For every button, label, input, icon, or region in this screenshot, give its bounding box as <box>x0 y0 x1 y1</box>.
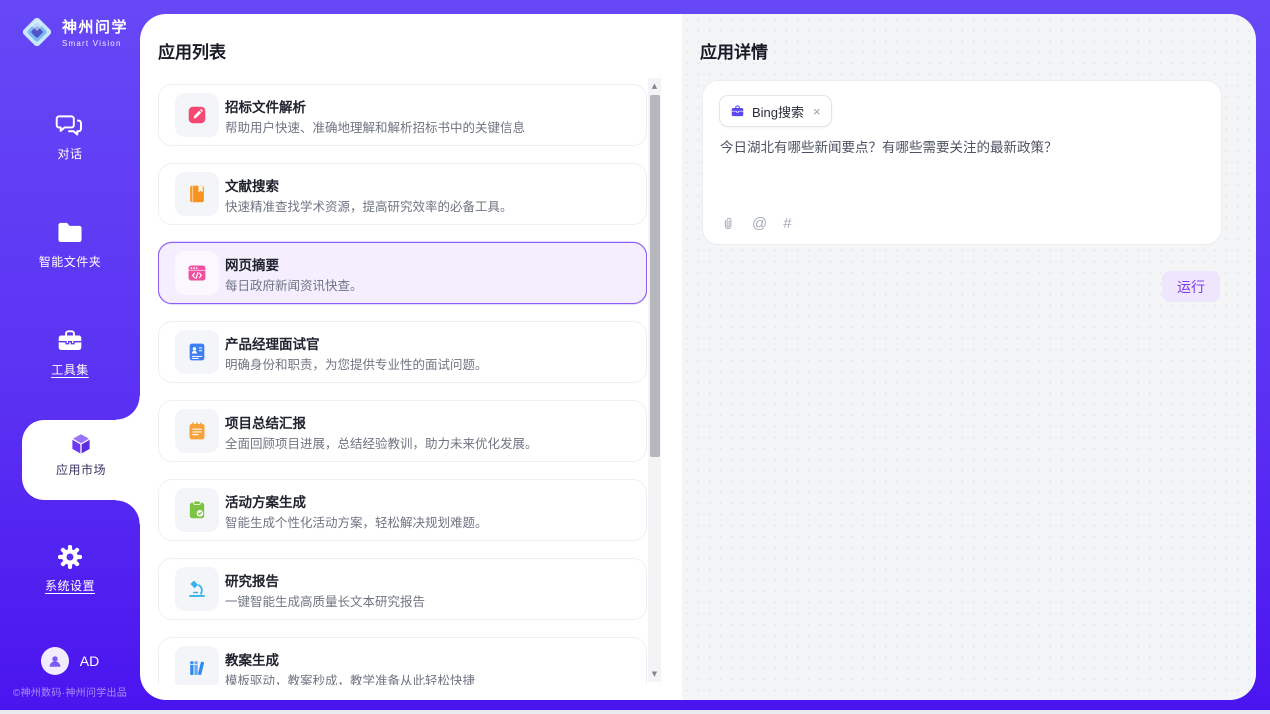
hash-icon[interactable]: # <box>783 216 791 232</box>
toolbox-icon <box>55 326 85 356</box>
app-card-title: 活动方案生成 <box>225 491 306 511</box>
scroll-up-arrow-icon[interactable]: ▲ <box>648 79 661 93</box>
brand-subtitle: Smart Vision <box>62 39 128 48</box>
app-card-desc: 一键智能生成高质量长文本研究报告 <box>225 591 425 610</box>
app-card-desc: 每日政府新闻资讯快查。 <box>225 275 363 294</box>
book-icon <box>175 172 219 216</box>
scrollbar[interactable]: ▲ ▼ <box>648 78 661 682</box>
brand-logo: 神州问学 Smart Vision <box>19 14 128 50</box>
sidebar-item-label: 智能文件夹 <box>39 255 102 269</box>
brand-diamond-icon <box>19 14 55 50</box>
app-card-title: 文献搜索 <box>225 175 279 195</box>
sidebar-item-smart-folder[interactable]: 智能文件夹 <box>0 218 140 271</box>
brand-name: 神州问学 <box>62 16 128 37</box>
app-card-webpage-summary[interactable]: 网页摘要 每日政府新闻资讯快查。 <box>158 242 647 304</box>
prompt-input[interactable]: 今日湖北有哪些新闻要点？有哪些需要关注的最新政策？ <box>720 138 1205 158</box>
browser-code-icon <box>175 251 219 295</box>
app-card-event-plan-generation[interactable]: 活动方案生成 智能生成个性化活动方案，轻松解决规划难题。 <box>158 479 647 541</box>
app-card-literature-search[interactable]: 文献搜索 快速精准查找学术资源，提高研究效率的必备工具。 <box>158 163 647 225</box>
report-icon <box>175 409 219 453</box>
edit-doc-icon <box>175 93 219 137</box>
app-card-title: 网页摘要 <box>225 254 279 274</box>
avatar <box>41 647 69 675</box>
chat-icon <box>55 110 85 140</box>
scrollbar-thumb[interactable] <box>650 95 660 457</box>
mention-icon[interactable]: @ <box>752 216 767 232</box>
sidebar-item-label: 工具集 <box>51 363 89 377</box>
run-button[interactable]: 运行 <box>1162 271 1220 302</box>
gear-icon <box>55 542 85 572</box>
sidebar-item-system-settings[interactable]: 系统设置 <box>0 542 140 595</box>
sidebar-item-chat[interactable]: 对话 <box>0 110 140 163</box>
app-card-title: 招标文件解析 <box>225 96 306 116</box>
paperclip-icon[interactable] <box>720 216 736 232</box>
folder-icon <box>55 218 85 248</box>
app-card-lesson-plan-generation[interactable]: 教案生成 模板驱动，教案秒成，教学准备从此轻松快捷 <box>158 637 647 685</box>
sidebar-item-label: 应用市场 <box>56 463 106 477</box>
sidebar-item-label: 对话 <box>57 147 82 161</box>
microscope-icon <box>175 567 219 611</box>
tool-chip-bing-search[interactable]: Bing搜索 × <box>719 95 832 127</box>
books-icon <box>175 646 219 685</box>
sidebar: 神州问学 Smart Vision 对话 智能文件夹 工具集 应用市场 系统设置… <box>0 0 140 710</box>
brand-text: 神州问学 Smart Vision <box>62 16 128 48</box>
resume-icon <box>175 330 219 374</box>
app-list-title: 应用列表 <box>158 38 226 63</box>
app-card-desc: 明确身份和职责，为您提供专业性的面试问题。 <box>225 354 488 373</box>
app-detail-column: 应用详情 Bing搜索 × 今日湖北有哪些新闻要点？有哪些需要关注的最新政策？ … <box>682 14 1256 700</box>
app-card-desc: 全面回顾项目进展，总结经验教训，助力未来优化发展。 <box>225 433 538 452</box>
app-card-title: 研究报告 <box>225 570 279 590</box>
app-card-title: 项目总结汇报 <box>225 412 306 432</box>
app-card-research-report[interactable]: 研究报告 一键智能生成高质量长文本研究报告 <box>158 558 647 620</box>
app-card-pm-interviewer[interactable]: 产品经理面试官 明确身份和职责，为您提供专业性的面试问题。 <box>158 321 647 383</box>
app-card-desc: 帮助用户快速、准确地理解和解析招标书中的关键信息 <box>225 117 525 136</box>
app-detail-title: 应用详情 <box>700 38 768 63</box>
clipboard-check-icon <box>175 488 219 532</box>
scroll-down-arrow-icon[interactable]: ▼ <box>648 667 661 681</box>
app-card-desc: 智能生成个性化活动方案，轻松解决规划难题。 <box>225 512 488 531</box>
app-card-title: 教案生成 <box>225 649 279 669</box>
user-name: AD <box>80 653 99 669</box>
app-card-list: 招标文件解析 帮助用户快速、准确地理解和解析招标书中的关键信息 文献搜索 快速精… <box>158 84 647 685</box>
chip-close-icon[interactable]: × <box>813 104 821 119</box>
app-card-desc: 模板驱动，教案秒成，教学准备从此轻松快捷 <box>225 670 475 685</box>
app-card-title: 产品经理面试官 <box>225 333 320 353</box>
user-profile[interactable]: AD <box>0 647 140 675</box>
briefcase-icon <box>730 104 745 119</box>
tool-chip-label: Bing搜索 <box>752 102 804 121</box>
sidebar-item-label: 系统设置 <box>45 579 95 593</box>
copyright-footer: ©神州数码·神州问学出品 <box>0 684 140 699</box>
sidebar-item-toolset[interactable]: 工具集 <box>0 326 140 379</box>
prompt-card: Bing搜索 × 今日湖北有哪些新闻要点？有哪些需要关注的最新政策？ @ # <box>702 80 1222 245</box>
app-card-project-summary-report[interactable]: 项目总结汇报 全面回顾项目进展，总结经验教训，助力未来优化发展。 <box>158 400 647 462</box>
sidebar-item-app-market[interactable]: 应用市场 <box>22 420 140 500</box>
app-card-bid-document-analysis[interactable]: 招标文件解析 帮助用户快速、准确地理解和解析招标书中的关键信息 <box>158 84 647 146</box>
main-panel: 应用列表 招标文件解析 帮助用户快速、准确地理解和解析招标书中的关键信息 文献搜… <box>140 14 1256 700</box>
app-list-column: 应用列表 招标文件解析 帮助用户快速、准确地理解和解析招标书中的关键信息 文献搜… <box>140 14 682 700</box>
app-card-desc: 快速精准查找学术资源，提高研究效率的必备工具。 <box>225 196 513 215</box>
cube-icon <box>67 430 95 458</box>
prompt-toolbar: @ # <box>720 216 792 232</box>
